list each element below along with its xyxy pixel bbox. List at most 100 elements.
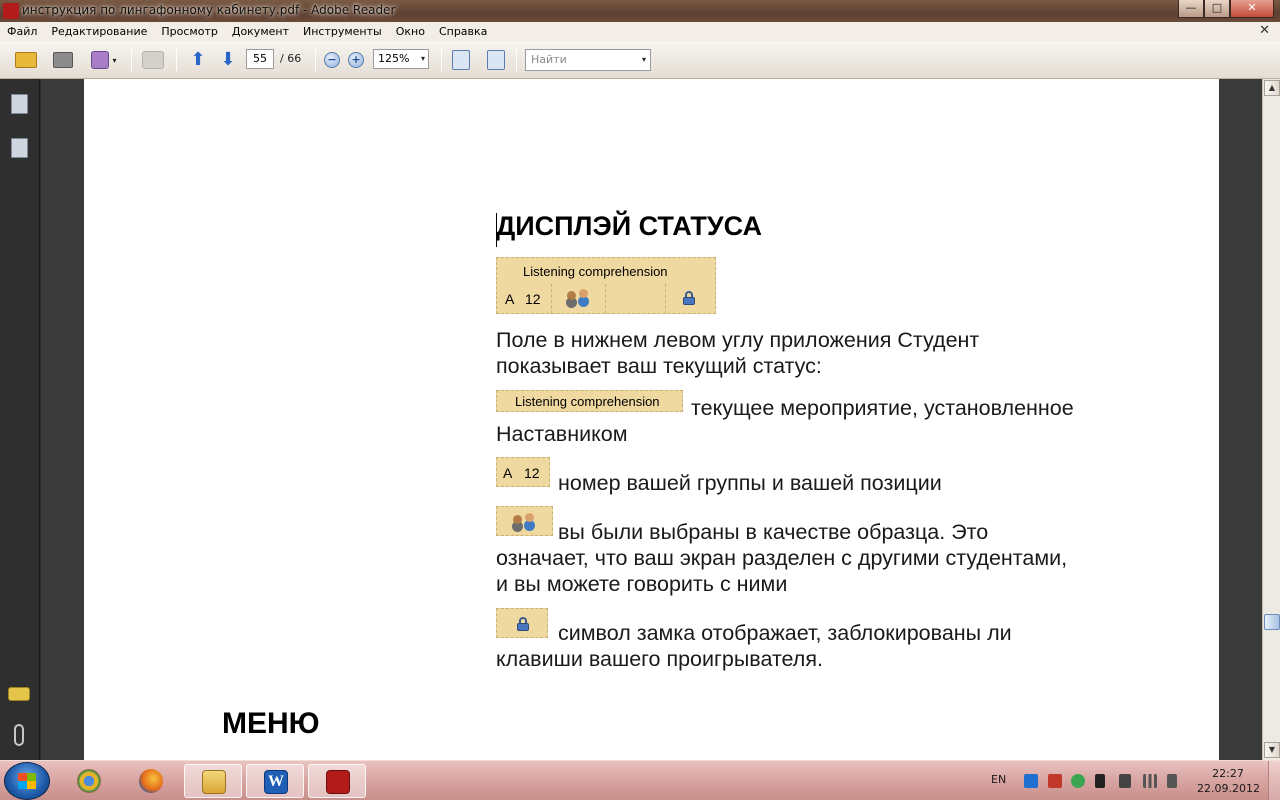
chevron-down-icon: ▾: [112, 55, 117, 65]
arrow-up-icon: ⬆: [190, 49, 206, 70]
menu-window[interactable]: Окно: [389, 25, 432, 38]
item-model-line-2: означает, что ваш экран разделен с други…: [496, 546, 1068, 570]
item-model-line-3: и вы можете говорить с ними: [496, 572, 788, 596]
zoom-out-icon: −: [324, 52, 340, 68]
maximize-button[interactable]: □: [1204, 0, 1230, 18]
position-number: 12: [525, 291, 541, 307]
menu-view[interactable]: Просмотр: [154, 25, 224, 38]
pages-panel-icon[interactable]: [11, 94, 28, 114]
next-page-button[interactable]: ⬇: [215, 48, 241, 72]
close-button[interactable]: ✕: [1230, 0, 1274, 18]
menu-heading: МЕНЮ: [222, 707, 320, 740]
comments-panel-icon[interactable]: [8, 687, 30, 701]
menu-document[interactable]: Документ: [225, 25, 296, 38]
activity-label: Listening comprehension: [523, 264, 668, 279]
menu-help[interactable]: Справка: [432, 25, 494, 38]
activity-chip-label: Listening comprehension: [515, 394, 660, 409]
pdf-page: ДИСПЛЭЙ СТАТУСА Listening comprehension …: [84, 79, 1219, 760]
activity-chip: Listening comprehension: [496, 390, 683, 412]
taskbar-word[interactable]: W: [246, 764, 304, 798]
toolbar-divider: [176, 49, 177, 71]
clock[interactable]: 22:27 22.09.2012: [1197, 766, 1260, 796]
zoom-value: 125%: [378, 52, 410, 65]
taskbar-explorer[interactable]: [184, 764, 242, 798]
menu-tools[interactable]: Инструменты: [296, 25, 389, 38]
taskbar-chrome[interactable]: [60, 764, 118, 798]
item-group: номер вашей группы и вашей позиции: [558, 471, 942, 495]
show-desktop-button[interactable]: [1268, 761, 1280, 800]
clock-date: 22.09.2012: [1197, 782, 1260, 795]
flag-icon[interactable]: [1095, 774, 1105, 788]
menu-edit[interactable]: Редактирование: [44, 25, 154, 38]
tool-icon[interactable]: [1048, 774, 1062, 788]
item-activity-line-1: текущее мероприятие, установленное: [691, 396, 1074, 420]
review-button[interactable]: [139, 48, 167, 72]
signal-icon[interactable]: [1143, 774, 1157, 788]
taskbar-adobe-reader[interactable]: [308, 764, 366, 798]
scroll-down-button[interactable]: ▼: [1264, 742, 1280, 758]
scroll-up-button[interactable]: ▲: [1264, 80, 1280, 96]
group-letter: A: [505, 291, 515, 307]
group-chip: A 12: [496, 457, 550, 487]
menu-file[interactable]: Файл: [0, 25, 44, 38]
widget-divider: [551, 284, 552, 314]
adobe-reader-icon: [326, 770, 350, 794]
taskbar-firefox[interactable]: [122, 764, 180, 798]
menu-bar: Файл Редактирование Просмотр Документ Ин…: [0, 22, 1280, 41]
fit-page-button[interactable]: [484, 48, 508, 72]
security-icon[interactable]: [1071, 774, 1085, 788]
intro-line-2: показывает ваш текущий статус:: [496, 354, 822, 378]
fit-width-button[interactable]: [449, 48, 473, 72]
language-indicator[interactable]: EN: [991, 773, 1006, 786]
power-icon[interactable]: [1119, 774, 1131, 788]
attachments-panel-icon[interactable]: [14, 724, 24, 746]
toolbar-divider: [441, 49, 442, 71]
lock-icon: [516, 617, 530, 631]
arrow-down-icon: ⬇: [220, 49, 236, 70]
toolbar-divider: [516, 49, 517, 71]
share-button[interactable]: ▾: [86, 48, 122, 72]
adobe-reader-icon: [3, 3, 19, 19]
zoom-select[interactable]: 125% ▾: [373, 49, 429, 69]
previous-page-button[interactable]: ⬆: [185, 48, 211, 72]
zoom-out-button[interactable]: −: [321, 48, 343, 72]
zoom-in-button[interactable]: +: [345, 48, 367, 72]
item-model-line-1: вы были выбраны в качестве образца. Это: [558, 520, 989, 544]
review-icon: [142, 51, 164, 69]
minimize-button[interactable]: —: [1178, 0, 1204, 18]
chrome-icon: [77, 769, 101, 793]
chevron-down-icon: ▾: [420, 54, 425, 63]
page-number-input[interactable]: 55: [246, 49, 274, 69]
firefox-icon: [139, 769, 163, 793]
clock-time: 22:27: [1212, 767, 1244, 780]
title-bar: инструкция по лингафонному кабинету.pdf …: [0, 0, 1280, 22]
find-input[interactable]: Найти ▾: [525, 49, 651, 71]
chevron-down-icon: ▾: [641, 55, 646, 64]
volume-icon[interactable]: [1167, 774, 1177, 788]
document-area: ДИСПЛЭЙ СТАТУСА Listening comprehension …: [41, 79, 1262, 760]
open-button[interactable]: [12, 48, 40, 72]
share-icon: [91, 51, 110, 69]
intro-line-1: Поле в нижнем левом углу приложения Студ…: [496, 328, 980, 352]
bookmarks-panel-icon[interactable]: [11, 138, 28, 158]
find-placeholder: Найти: [531, 53, 567, 66]
folder-icon: [15, 52, 37, 68]
navigation-pane: [0, 79, 40, 760]
windows-logo-icon: [18, 773, 36, 789]
students-icon: [565, 289, 591, 305]
group-chip-number: 12: [524, 465, 540, 481]
item-activity-line-2: Наставником: [496, 422, 628, 446]
print-button[interactable]: [49, 48, 77, 72]
fit-width-icon: [452, 50, 470, 70]
widget-divider: [605, 284, 606, 314]
widget-divider: [665, 284, 666, 314]
start-button[interactable]: [4, 762, 50, 800]
students-icon: [511, 513, 537, 529]
lock-icon: [682, 291, 696, 305]
item-lock-line-2: клавиши вашего проигрывателя.: [496, 647, 823, 671]
toolbar-divider: [315, 49, 316, 71]
scroll-thumb[interactable]: [1264, 614, 1280, 630]
close-document-icon[interactable]: ✕: [1259, 23, 1270, 38]
network-app-icon[interactable]: [1024, 774, 1038, 788]
vertical-scrollbar[interactable]: ▲ ▼: [1262, 79, 1280, 760]
